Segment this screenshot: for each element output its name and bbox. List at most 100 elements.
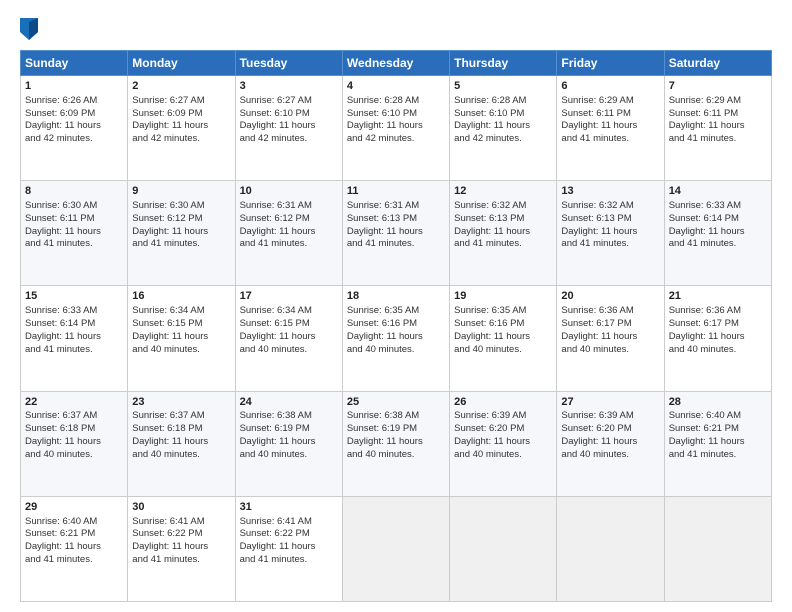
day-info-line: Daylight: 11 hours (669, 331, 767, 344)
day-info-line: Sunrise: 6:27 AM (240, 95, 338, 108)
day-info-line: Sunset: 6:13 PM (454, 213, 552, 226)
day-info-line: Daylight: 11 hours (669, 436, 767, 449)
day-number: 19 (454, 289, 552, 304)
day-number: 24 (240, 395, 338, 410)
day-info-line: Sunrise: 6:31 AM (240, 200, 338, 213)
day-info-line: Daylight: 11 hours (25, 331, 123, 344)
day-info-line: Sunset: 6:14 PM (25, 318, 123, 331)
day-info-line: and 40 minutes. (561, 344, 659, 357)
day-info-line: and 41 minutes. (240, 238, 338, 251)
day-info-line: Sunrise: 6:37 AM (25, 410, 123, 423)
day-info-line: and 41 minutes. (669, 238, 767, 251)
day-info-line: Daylight: 11 hours (454, 436, 552, 449)
day-number: 26 (454, 395, 552, 410)
day-number: 5 (454, 79, 552, 94)
day-info-line: Sunrise: 6:39 AM (454, 410, 552, 423)
day-info-line: and 40 minutes. (454, 449, 552, 462)
day-info-line: and 42 minutes. (132, 133, 230, 146)
table-row: 1Sunrise: 6:26 AMSunset: 6:09 PMDaylight… (21, 76, 128, 181)
day-info-line: Sunset: 6:21 PM (669, 423, 767, 436)
day-info-line: Sunrise: 6:31 AM (347, 200, 445, 213)
day-info-line: Sunrise: 6:33 AM (25, 305, 123, 318)
day-info-line: and 41 minutes. (132, 238, 230, 251)
day-info-line: and 41 minutes. (561, 238, 659, 251)
logo (20, 18, 41, 40)
day-info-line: Sunrise: 6:38 AM (240, 410, 338, 423)
day-number: 31 (240, 500, 338, 515)
day-number: 22 (25, 395, 123, 410)
day-info-line: Daylight: 11 hours (454, 120, 552, 133)
day-number: 12 (454, 184, 552, 199)
day-info-line: Sunset: 6:19 PM (347, 423, 445, 436)
day-info-line: Daylight: 11 hours (25, 226, 123, 239)
table-row: 12Sunrise: 6:32 AMSunset: 6:13 PMDayligh… (450, 181, 557, 286)
col-tuesday: Tuesday (235, 51, 342, 76)
day-info-line: Daylight: 11 hours (132, 436, 230, 449)
day-info-line: Daylight: 11 hours (25, 541, 123, 554)
table-row (342, 496, 449, 601)
day-info-line: and 41 minutes. (25, 238, 123, 251)
table-row: 29Sunrise: 6:40 AMSunset: 6:21 PMDayligh… (21, 496, 128, 601)
day-number: 17 (240, 289, 338, 304)
day-info-line: Sunset: 6:11 PM (561, 108, 659, 121)
day-info-line: Daylight: 11 hours (669, 120, 767, 133)
day-info-line: Sunrise: 6:41 AM (240, 516, 338, 529)
day-info-line: Daylight: 11 hours (347, 226, 445, 239)
day-info-line: and 40 minutes. (240, 449, 338, 462)
day-info-line: and 40 minutes. (347, 449, 445, 462)
day-info-line: Sunset: 6:09 PM (25, 108, 123, 121)
day-info-line: Daylight: 11 hours (347, 331, 445, 344)
day-info-line: Sunset: 6:18 PM (25, 423, 123, 436)
day-info-line: Sunset: 6:10 PM (454, 108, 552, 121)
calendar-week-row: 29Sunrise: 6:40 AMSunset: 6:21 PMDayligh… (21, 496, 772, 601)
day-info-line: Sunrise: 6:37 AM (132, 410, 230, 423)
day-info-line: Daylight: 11 hours (240, 120, 338, 133)
page: Sunday Monday Tuesday Wednesday Thursday… (0, 0, 792, 612)
table-row: 17Sunrise: 6:34 AMSunset: 6:15 PMDayligh… (235, 286, 342, 391)
day-info-line: Sunset: 6:12 PM (132, 213, 230, 226)
day-info-line: Sunrise: 6:28 AM (454, 95, 552, 108)
col-sunday: Sunday (21, 51, 128, 76)
table-row: 20Sunrise: 6:36 AMSunset: 6:17 PMDayligh… (557, 286, 664, 391)
table-row: 7Sunrise: 6:29 AMSunset: 6:11 PMDaylight… (664, 76, 771, 181)
table-row (557, 496, 664, 601)
day-info-line: Daylight: 11 hours (561, 120, 659, 133)
table-row: 8Sunrise: 6:30 AMSunset: 6:11 PMDaylight… (21, 181, 128, 286)
day-number: 30 (132, 500, 230, 515)
day-info-line: Sunset: 6:12 PM (240, 213, 338, 226)
day-info-line: Sunset: 6:18 PM (132, 423, 230, 436)
day-info-line: Daylight: 11 hours (132, 226, 230, 239)
col-monday: Monday (128, 51, 235, 76)
day-info-line: Sunrise: 6:35 AM (454, 305, 552, 318)
day-number: 23 (132, 395, 230, 410)
day-info-line: Sunrise: 6:41 AM (132, 516, 230, 529)
day-info-line: and 42 minutes. (240, 133, 338, 146)
day-info-line: Sunset: 6:11 PM (25, 213, 123, 226)
day-info-line: Sunset: 6:22 PM (132, 528, 230, 541)
table-row: 14Sunrise: 6:33 AMSunset: 6:14 PMDayligh… (664, 181, 771, 286)
day-info-line: Daylight: 11 hours (561, 436, 659, 449)
day-number: 25 (347, 395, 445, 410)
day-number: 20 (561, 289, 659, 304)
day-info-line: and 41 minutes. (25, 554, 123, 567)
table-row: 27Sunrise: 6:39 AMSunset: 6:20 PMDayligh… (557, 391, 664, 496)
table-row: 30Sunrise: 6:41 AMSunset: 6:22 PMDayligh… (128, 496, 235, 601)
table-row: 22Sunrise: 6:37 AMSunset: 6:18 PMDayligh… (21, 391, 128, 496)
day-number: 4 (347, 79, 445, 94)
day-info-line: and 42 minutes. (25, 133, 123, 146)
day-info-line: Daylight: 11 hours (240, 541, 338, 554)
day-info-line: Sunrise: 6:33 AM (669, 200, 767, 213)
table-row (664, 496, 771, 601)
table-row: 3Sunrise: 6:27 AMSunset: 6:10 PMDaylight… (235, 76, 342, 181)
day-info-line: and 40 minutes. (25, 449, 123, 462)
table-row: 18Sunrise: 6:35 AMSunset: 6:16 PMDayligh… (342, 286, 449, 391)
table-row: 16Sunrise: 6:34 AMSunset: 6:15 PMDayligh… (128, 286, 235, 391)
table-row: 11Sunrise: 6:31 AMSunset: 6:13 PMDayligh… (342, 181, 449, 286)
day-number: 10 (240, 184, 338, 199)
day-info-line: Sunrise: 6:36 AM (669, 305, 767, 318)
day-info-line: Daylight: 11 hours (561, 331, 659, 344)
day-number: 27 (561, 395, 659, 410)
day-info-line: Sunrise: 6:29 AM (561, 95, 659, 108)
day-info-line: and 41 minutes. (25, 344, 123, 357)
calendar-table: Sunday Monday Tuesday Wednesday Thursday… (20, 50, 772, 602)
